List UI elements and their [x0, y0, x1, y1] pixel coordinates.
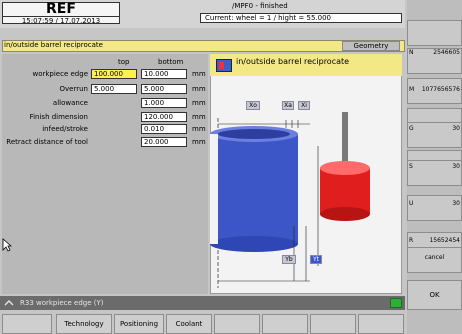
- row-label-finish-dimension: Finish dimension: [29, 113, 88, 121]
- bottom-softkey-5[interactable]: [214, 314, 260, 334]
- unit-label: mm: [192, 99, 206, 107]
- unit-label: mm: [192, 138, 206, 146]
- bottom-softkey-7[interactable]: [310, 314, 356, 334]
- allowance-input[interactable]: 1.000: [141, 98, 187, 108]
- ref-title: REF: [46, 1, 76, 17]
- row-label-infeed-stroke: infeed/stroke: [42, 125, 88, 133]
- ref-title-box: REF 15:07:59 / 17.07.2013: [2, 1, 120, 25]
- row-label-overrun: Overrun: [59, 85, 88, 93]
- softkey-n-value: 2546605: [433, 49, 460, 56]
- dim-label-yt: Yt: [310, 255, 322, 264]
- dim-label-xo: Xo: [246, 101, 260, 110]
- unit-label: mm: [192, 113, 206, 121]
- softkey-u-value: 30: [452, 200, 460, 207]
- unit-label: mm: [192, 125, 206, 133]
- overrun-bottom-input[interactable]: 5.000: [141, 84, 187, 94]
- softkey-s-value: 30: [452, 163, 460, 170]
- chevron-up-icon[interactable]: [4, 298, 14, 308]
- bottom-softkey-8[interactable]: [358, 314, 404, 334]
- workpiece-edge-top-input[interactable]: 100.000: [91, 69, 137, 79]
- dialog-title: in/outside barrel reciprocate: [4, 41, 103, 49]
- program-status: /MPF0 - finished: [232, 2, 288, 10]
- bottom-softkey-6[interactable]: [262, 314, 308, 334]
- cycle-icon: [216, 59, 232, 72]
- column-bottom-header: bottom: [158, 58, 184, 66]
- dim-label-xa: Xa: [282, 101, 294, 110]
- status-text: R33 workpiece edge (Y): [20, 299, 104, 307]
- softkey-u[interactable]: [407, 195, 462, 221]
- coolant-softkey[interactable]: Coolant: [166, 314, 212, 334]
- current-values: Current: wheel = 1 / hight = 55.000: [200, 13, 402, 23]
- row-label-retract-distance: Retract distance of tool: [6, 138, 88, 146]
- overrun-top-input[interactable]: 5.000: [91, 84, 137, 94]
- datetime: 15:07:59 / 17.07.2013: [3, 16, 119, 25]
- geometry-button[interactable]: Geometry: [342, 41, 400, 51]
- technology-softkey[interactable]: Technology: [56, 314, 112, 334]
- cancel-button[interactable]: cancel: [407, 247, 462, 273]
- softkey-m-value: 1077656576: [421, 86, 460, 93]
- status-indicator-icon: [390, 298, 402, 308]
- dim-label-yb: Yb: [282, 255, 296, 264]
- dim-label-xi: Xi: [298, 101, 310, 110]
- positioning-softkey[interactable]: Positioning: [114, 314, 164, 334]
- graphic-title: in/outside barrel reciprocate: [236, 57, 350, 66]
- infeed-stroke-input[interactable]: 0.010: [141, 124, 187, 134]
- mouse-cursor-icon: [2, 238, 12, 252]
- softkey-g-value: 30: [452, 125, 460, 132]
- row-label-allowance: allowance: [52, 99, 88, 107]
- retract-distance-input[interactable]: 20.000: [141, 137, 187, 147]
- ok-button[interactable]: OK: [407, 280, 462, 310]
- workpiece-edge-bottom-input[interactable]: 10.000: [141, 69, 187, 79]
- unit-label: mm: [192, 85, 206, 93]
- unit-label: mm: [192, 70, 206, 78]
- bottom-softkey-1[interactable]: [2, 314, 52, 334]
- column-top-header: top: [118, 58, 130, 66]
- finish-dimension-input[interactable]: 120.000: [141, 112, 187, 122]
- softkey-r1[interactable]: [407, 20, 462, 46]
- softkey-r-value: 15652454: [429, 237, 460, 244]
- row-label-workpiece-edge: workpiece edge: [32, 70, 88, 78]
